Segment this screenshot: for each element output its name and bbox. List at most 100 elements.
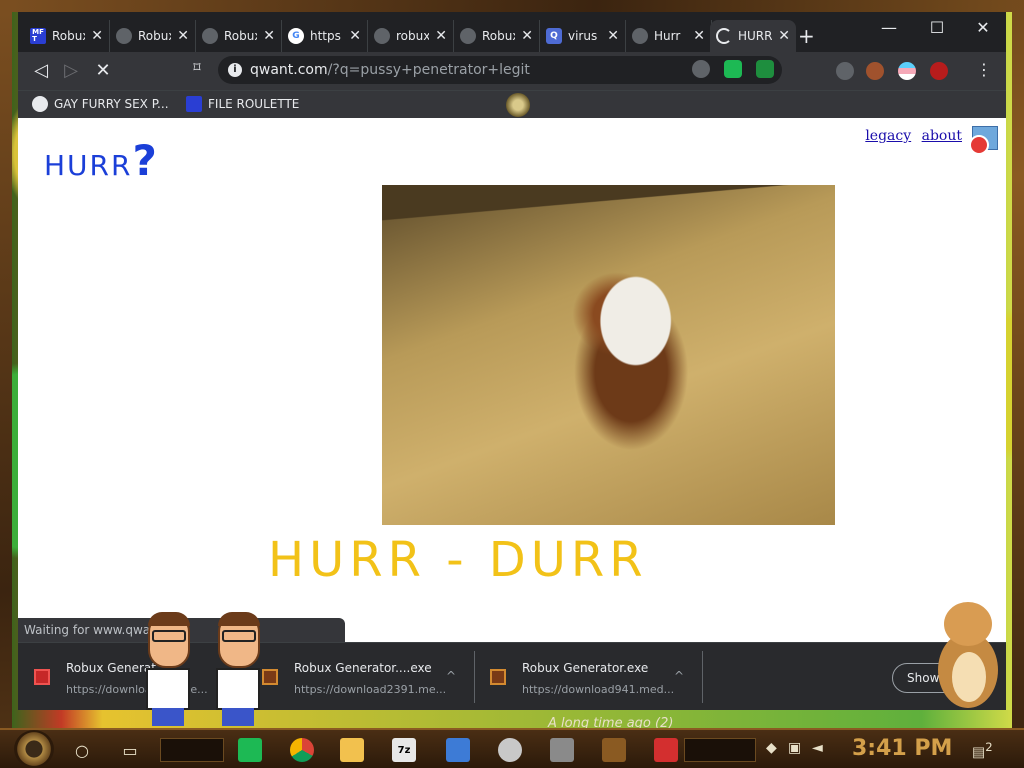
url-host: qwant.com (250, 62, 328, 78)
close-tab-icon[interactable]: ✕ (177, 28, 189, 44)
close-tab-icon[interactable]: ✕ (521, 28, 533, 44)
tab-strip: MFT Robux ✕ Robux ✕ Robux ✕ G https ✕ ro… (18, 12, 1006, 52)
hurr-logo[interactable]: HURR? (44, 136, 159, 185)
stop-button[interactable]: ✕ (92, 60, 114, 81)
close-tab-icon[interactable]: ✕ (693, 28, 705, 44)
tab-https[interactable]: G https ✕ (282, 20, 368, 52)
task-view-icon[interactable]: ▭ (114, 734, 146, 766)
tab-hurr-active[interactable]: HURR ✕ (710, 20, 796, 52)
forward-button[interactable]: ▷ (60, 60, 82, 81)
download-filename: Robux Generator....exe (294, 661, 432, 675)
shield-ext-icon[interactable] (756, 60, 774, 78)
cartoon-body (146, 668, 190, 710)
cloud-icon[interactable] (498, 738, 522, 762)
menu-dots-icon[interactable]: ⋮ (976, 60, 992, 79)
ublock-origin-icon[interactable] (930, 62, 948, 80)
hamster-belly (952, 652, 986, 702)
taskbar-slot (160, 738, 224, 762)
download-source: https://download941.med... (522, 683, 675, 696)
notification-count: 2 (985, 740, 993, 754)
pride-flag-ext-icon[interactable] (898, 62, 916, 80)
hamster-head (944, 602, 992, 646)
tab-title: virus (568, 29, 598, 43)
close-tab-icon[interactable]: ✕ (435, 28, 447, 44)
bookmark-star-icon[interactable]: ⌑ (186, 60, 208, 76)
close-window-button[interactable]: ✕ (960, 14, 1006, 42)
tab-robux-4[interactable]: robux ✕ (368, 20, 454, 52)
blocked-popup-icon[interactable] (692, 60, 710, 78)
download-item[interactable]: Robux Generat https://downloa me... (18, 649, 244, 705)
new-tab-button[interactable]: + (798, 24, 815, 48)
glasses-icon (222, 630, 256, 642)
cube-icon[interactable] (446, 738, 470, 762)
chevron-up-icon[interactable]: ^ (446, 669, 456, 683)
tab-robux-5[interactable]: Robux ✕ (454, 20, 540, 52)
notification-center-icon[interactable]: ▤2 (972, 740, 993, 761)
extension-icon[interactable] (836, 62, 854, 80)
globe-icon (374, 28, 390, 44)
globe-icon (460, 28, 476, 44)
minimize-button[interactable]: — (866, 14, 912, 42)
cartoon-legs (222, 708, 254, 726)
tab-hurr[interactable]: Hurr ✕ (626, 20, 712, 52)
mft-favicon-icon: MF T (30, 28, 46, 44)
cartoon-hair (218, 612, 260, 626)
roblox-icon[interactable] (654, 738, 678, 762)
tab-title: Robux (52, 29, 85, 43)
site-info-icon[interactable]: i (228, 63, 242, 77)
hamster-sticker (930, 602, 1004, 708)
tab-virus[interactable]: Q virus ✕ (540, 20, 626, 52)
tab-robux-3[interactable]: Robux ✕ (196, 20, 282, 52)
exe-file-icon (262, 669, 278, 685)
chevron-up-icon[interactable]: ^ (674, 669, 684, 683)
loading-spinner-icon (716, 28, 732, 44)
window-stack-icon[interactable] (550, 738, 574, 762)
spotify-icon[interactable] (238, 738, 262, 762)
start-button[interactable] (14, 730, 54, 768)
tray-chevron-icon[interactable]: ◆ (766, 740, 777, 756)
browser-window: MFT Robux ✕ Robux ✕ Robux ✕ G https ✕ ro… (18, 12, 1006, 710)
maximize-button[interactable]: ☐ (914, 14, 960, 42)
taskbar-slot (684, 738, 756, 762)
globe-icon (116, 28, 132, 44)
tab-robux-2[interactable]: Robux ✕ (110, 20, 196, 52)
cartoon-legs (152, 708, 184, 726)
logo-text: HURR (44, 149, 133, 182)
cortana-circle-icon[interactable]: ○ (66, 734, 98, 766)
url-path: /?q=pussy+penetrator+legit (327, 62, 530, 78)
steampunk-app-icon[interactable] (602, 738, 626, 762)
address-bar[interactable]: i qwant.com/?q=pussy+penetrator+legit (218, 56, 782, 84)
7zip-icon[interactable]: 7z (392, 738, 416, 762)
speaker-muted-icon[interactable]: ◄ (812, 740, 823, 756)
spotify-ext-icon[interactable] (724, 60, 742, 78)
logo-question-mark: ? (132, 136, 159, 185)
profile-avatar-icon[interactable] (866, 62, 884, 80)
taskbar: ○ ▭ 7z ◆ ▣ ◄ 3:41 PM ▤2 (0, 728, 1024, 768)
download-item[interactable]: Robux Generator.exe https://download941.… (474, 649, 700, 705)
file-explorer-icon[interactable] (340, 738, 364, 762)
close-tab-icon[interactable]: ✕ (349, 28, 361, 44)
chrome-icon[interactable] (290, 738, 314, 762)
download-item[interactable]: Robux Generator....exe https://download2… (246, 649, 472, 705)
tab-robux-1[interactable]: MFT Robux ✕ (24, 20, 110, 52)
hank-hill-sticker (142, 612, 194, 728)
bulldog-image (382, 185, 835, 525)
network-icon[interactable]: ▣ (788, 740, 801, 756)
taskbar-clock[interactable]: 3:41 PM (852, 736, 952, 761)
download-source: https://download2391.me... (294, 683, 447, 696)
globe-icon (632, 28, 648, 44)
adblock-overlay-icon[interactable] (969, 126, 998, 155)
about-link[interactable]: about (922, 128, 962, 144)
download-source-url: https://downloa (66, 683, 152, 696)
close-tab-icon[interactable]: ✕ (778, 28, 790, 44)
close-tab-icon[interactable]: ✕ (607, 28, 619, 44)
legacy-link[interactable]: legacy (865, 128, 911, 144)
back-button[interactable]: ◁ (30, 60, 52, 81)
bookmark-file-roulette[interactable]: FILE ROULETTE (186, 96, 299, 112)
url-text[interactable]: qwant.com/?q=pussy+penetrator+legit (250, 62, 530, 78)
cartoon-body (216, 668, 260, 710)
close-tab-icon[interactable]: ✕ (263, 28, 275, 44)
bookmark-gay-furry[interactable]: GAY FURRY SEX P... (32, 96, 169, 112)
close-tab-icon[interactable]: ✕ (91, 28, 103, 44)
download-filename: Robux Generator.exe (522, 661, 649, 675)
